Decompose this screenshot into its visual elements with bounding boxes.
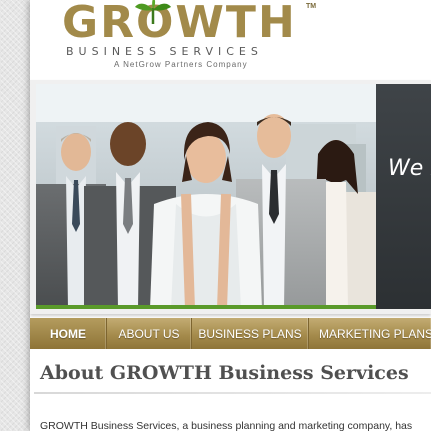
nav-marketing-plans[interactable]: MARKETING PLANS [309,318,431,349]
hero-slogan-panel: We F [376,84,431,309]
logo-wordmark: GROWTH [62,0,297,48]
sprout-icon [135,0,171,24]
logo-subtitle: BUSINESS SERVICES [66,45,263,58]
heading-divider [34,392,431,394]
site-logo[interactable]: GROWTH TM BUSINESS SERVICES A NetGrow Pa… [30,0,431,74]
nav-business-plans[interactable]: BUSINESS PLANS [192,318,309,349]
intro-paragraph: GROWTH Business Services, a business pla… [40,420,413,431]
hero-team-photo [36,84,376,309]
trademark-mark: TM [306,3,317,10]
page-heading: About GROWTH Business Services [40,362,409,384]
hero-slogan-text: We F [388,156,431,181]
nav-home[interactable]: HOME [30,318,107,349]
logo-tagline: A NetGrow Partners Company [114,60,248,69]
page-container: GROWTH TM BUSINESS SERVICES A NetGrow Pa… [30,0,431,431]
main-navigation: HOME ABOUT US BUSINESS PLANS MARKETING P… [30,318,431,349]
hero-banner: We F [30,80,431,314]
nav-about-us[interactable]: ABOUT US [107,318,192,349]
